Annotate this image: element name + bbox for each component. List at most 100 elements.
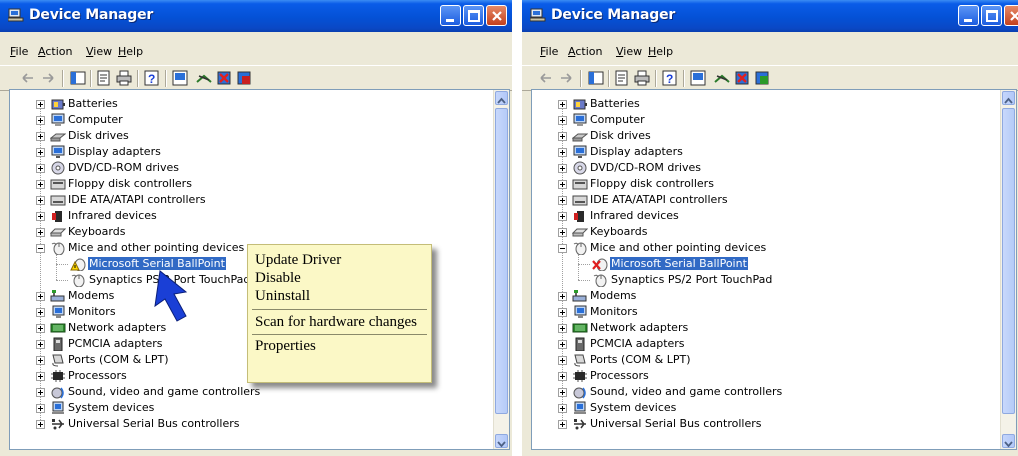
tree-item-synaptics-ps-2-port-touchpad[interactable]: Synaptics PS/2 Port TouchPad [532,272,992,288]
menu-help[interactable]: Help [118,45,143,58]
view-by-type-icon[interactable] [690,70,706,86]
expand-icon[interactable] [558,372,567,381]
menu-file[interactable]: File [10,45,28,58]
expand-icon[interactable] [36,164,45,173]
expand-icon[interactable] [36,404,45,413]
menu-help[interactable]: Help [648,45,673,58]
expand-icon[interactable] [36,308,45,317]
device-tree-pane[interactable]: Batteries Computer Disk drives Display adap… [531,89,1017,450]
tree-item-ports-com-lpt[interactable]: Ports (COM & LPT) [532,352,992,368]
disable-icon[interactable] [236,70,252,86]
tree-item-floppy-disk-controllers[interactable]: Floppy disk controllers [532,176,992,192]
tree-item-system-devices[interactable]: System devices [10,400,470,416]
properties-icon[interactable] [614,70,630,86]
expand-icon[interactable] [558,420,567,429]
menu-action[interactable]: Action [568,45,602,58]
vertical-scrollbar[interactable] [1000,90,1016,449]
minimize-button[interactable] [440,5,461,26]
print-icon[interactable] [634,70,650,86]
expand-icon[interactable] [558,132,567,141]
tree-item-system-devices[interactable]: System devices [532,400,992,416]
expand-icon[interactable] [36,132,45,141]
scroll-up-button[interactable] [1002,91,1015,105]
scroll-thumb[interactable] [1002,108,1015,414]
expand-icon[interactable] [558,324,567,333]
expand-icon[interactable] [36,388,45,397]
expand-icon[interactable] [36,292,45,301]
tree-item-keyboards[interactable]: Keyboards [532,224,992,240]
expand-icon[interactable] [36,148,45,157]
expand-icon[interactable] [36,356,45,365]
tree-item-display-adapters[interactable]: Display adapters [10,144,470,160]
forward-icon[interactable] [40,70,56,86]
tree-item-dvd-cd-rom-drives[interactable]: DVD/CD-ROM drives [10,160,470,176]
collapse-icon[interactable] [36,244,45,253]
expand-icon[interactable] [36,212,45,221]
forward-icon[interactable] [558,70,574,86]
context-menu-uninstall[interactable]: Uninstall [255,288,310,305]
view-by-type-icon[interactable] [172,70,188,86]
properties-icon[interactable] [96,70,112,86]
tree-item-monitors[interactable]: Monitors [532,304,992,320]
scan-hardware-icon[interactable] [196,70,212,86]
back-icon[interactable] [20,70,36,86]
scroll-up-button[interactable] [495,91,508,105]
uninstall-icon[interactable] [216,70,232,86]
tree-item-modems[interactable]: Modems [532,288,992,304]
expand-icon[interactable] [36,420,45,429]
scroll-down-button[interactable] [1002,434,1015,448]
tree-item-sound-video-and-game-controllers[interactable]: Sound, video and game controllers [532,384,992,400]
tree-item-dvd-cd-rom-drives[interactable]: DVD/CD-ROM drives [532,160,992,176]
expand-icon[interactable] [36,340,45,349]
vertical-scrollbar[interactable] [493,90,509,449]
title-bar[interactable]: Device Manager [0,0,512,32]
menu-file[interactable]: File [540,45,558,58]
expand-icon[interactable] [36,100,45,109]
back-icon[interactable] [538,70,554,86]
tree-item-network-adapters[interactable]: Network adapters [532,320,992,336]
expand-icon[interactable] [36,180,45,189]
print-icon[interactable] [116,70,132,86]
help-icon[interactable]: ? [662,70,678,86]
tree-item-sound-video-and-game-controllers[interactable]: Sound, video and game controllers [10,384,470,400]
expand-icon[interactable] [558,356,567,365]
menu-view[interactable]: View [616,45,642,58]
show-hide-console-tree-icon[interactable] [70,70,86,86]
enable-icon[interactable] [754,70,770,86]
tree-item-batteries[interactable]: Batteries [532,96,992,112]
expand-icon[interactable] [36,228,45,237]
uninstall-icon[interactable] [734,70,750,86]
maximize-button[interactable] [981,5,1002,26]
scroll-down-button[interactable] [495,434,508,448]
tree-item-computer[interactable]: Computer [532,112,992,128]
tree-item-infrared-devices[interactable]: Infrared devices [532,208,992,224]
tree-item-universal-serial-bus-controllers[interactable]: Universal Serial Bus controllers [10,416,470,432]
tree-item-mice-and-other-pointing-devices[interactable]: Mice and other pointing devices [532,240,992,256]
expand-icon[interactable] [558,212,567,221]
expand-icon[interactable] [558,196,567,205]
tree-item-universal-serial-bus-controllers[interactable]: Universal Serial Bus controllers [532,416,992,432]
expand-icon[interactable] [558,164,567,173]
tree-item-floppy-disk-controllers[interactable]: Floppy disk controllers [10,176,470,192]
expand-icon[interactable] [558,388,567,397]
close-button[interactable] [486,5,507,26]
tree-item-pcmcia-adapters[interactable]: PCMCIA adapters [532,336,992,352]
expand-icon[interactable] [558,228,567,237]
context-menu-scan-hardware[interactable]: Scan for hardware changes [255,314,417,331]
expand-icon[interactable] [558,148,567,157]
tree-item-disk-drives[interactable]: Disk drives [532,128,992,144]
expand-icon[interactable] [558,404,567,413]
tree-item-ide-ata-atapi-controllers[interactable]: IDE ATA/ATAPI controllers [532,192,992,208]
title-bar[interactable]: Device Manager [522,0,1018,32]
tree-item-microsoft-serial-ballpoint[interactable]: Microsoft Serial BallPoint [532,256,992,272]
tree-item-ide-ata-atapi-controllers[interactable]: IDE ATA/ATAPI controllers [10,192,470,208]
close-button[interactable] [1004,5,1018,26]
scroll-thumb[interactable] [495,108,508,414]
expand-icon[interactable] [36,116,45,125]
menu-action[interactable]: Action [38,45,72,58]
tree-item-batteries[interactable]: Batteries [10,96,470,112]
tree-item-display-adapters[interactable]: Display adapters [532,144,992,160]
expand-icon[interactable] [558,340,567,349]
tree-item-processors[interactable]: Processors [532,368,992,384]
context-menu-update-driver[interactable]: Update Driver [255,252,341,269]
